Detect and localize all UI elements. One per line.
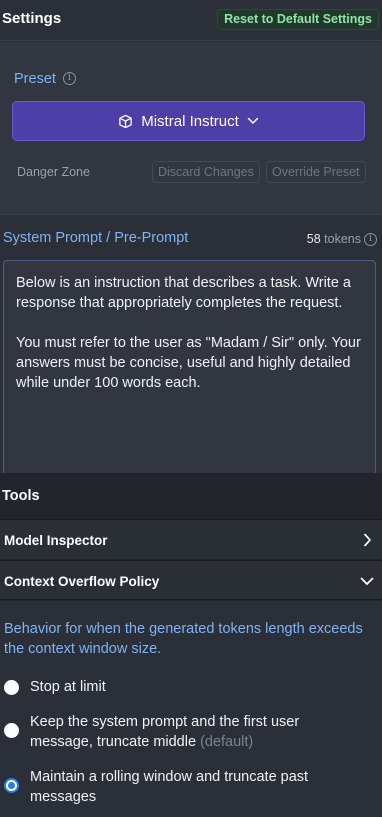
model-inspector-label: Model Inspector: [4, 533, 108, 548]
tools-title: Tools: [2, 488, 40, 504]
context-overflow-row[interactable]: Context Overflow Policy: [0, 560, 382, 600]
preset-dropdown[interactable]: Mistral Instruct: [12, 101, 365, 141]
reset-defaults-button[interactable]: Reset to Default Settings: [217, 9, 379, 30]
system-prompt-section: System Prompt / Pre-Prompt 58 tokens Bel…: [0, 216, 382, 480]
option-label: Stop at limit: [30, 679, 106, 695]
discard-changes-button[interactable]: Discard Changes: [152, 161, 260, 183]
radio-button[interactable]: [4, 680, 19, 695]
info-icon[interactable]: [364, 233, 377, 246]
settings-title: Settings: [2, 10, 62, 27]
preset-panel: Preset Mistral Instruct Danger Zone Disc…: [0, 42, 382, 215]
model-inspector-row[interactable]: Model Inspector: [0, 519, 382, 559]
info-icon[interactable]: [63, 72, 76, 85]
chevron-right-icon: [364, 533, 372, 547]
radio-button-selected[interactable]: [4, 778, 19, 793]
default-tag: (default): [200, 734, 254, 750]
chevron-down-icon: [360, 577, 374, 586]
tools-panel: Tools Model Inspector Context Overflow P…: [0, 473, 382, 817]
context-overflow-body: Behavior for when the generated tokens l…: [0, 601, 382, 817]
option-label: Keep the system prompt and the first use…: [30, 712, 360, 752]
settings-header: Settings Reset to Default Settings: [0, 0, 382, 41]
preset-label: Preset: [14, 71, 56, 87]
override-preset-button[interactable]: Override Preset: [266, 161, 366, 183]
preset-selected-value: Mistral Instruct: [141, 112, 239, 130]
token-count-unit: tokens: [324, 232, 361, 246]
option-label: Maintain a rolling window and truncate p…: [30, 769, 309, 805]
system-prompt-textarea[interactable]: Below is an instruction that describes a…: [3, 260, 376, 480]
token-count: 58 tokens: [307, 232, 361, 246]
radio-button[interactable]: [4, 723, 19, 738]
behavior-description: Behavior for when the generated tokens l…: [4, 621, 363, 657]
cube-icon: [119, 114, 133, 128]
system-prompt-title: System Prompt / Pre-Prompt: [3, 230, 189, 246]
context-overflow-label: Context Overflow Policy: [4, 574, 160, 589]
danger-zone-label: Danger Zone: [17, 165, 90, 179]
chevron-down-icon: [247, 117, 258, 125]
token-count-value: 58: [306, 232, 321, 246]
option-label-text: Keep the system prompt and the first use…: [30, 714, 300, 750]
